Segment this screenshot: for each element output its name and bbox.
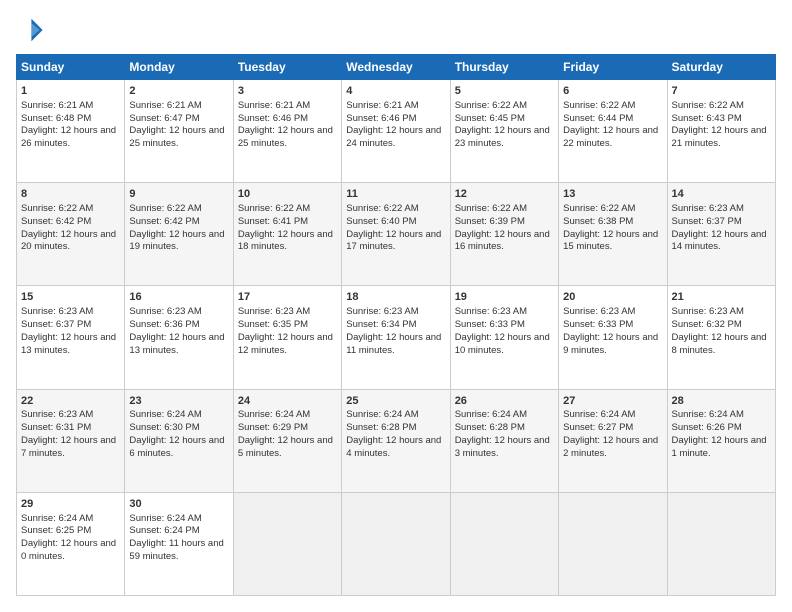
calendar-day-cell: 9Sunrise: 6:22 AMSunset: 6:42 PMDaylight… [125,183,233,286]
calendar-day-cell: 10Sunrise: 6:22 AMSunset: 6:41 PMDayligh… [233,183,341,286]
calendar-header-row: SundayMondayTuesdayWednesdayThursdayFrid… [17,55,776,80]
calendar-day-cell: 18Sunrise: 6:23 AMSunset: 6:34 PMDayligh… [342,286,450,389]
calendar-header-cell: Monday [125,55,233,80]
calendar-week-row: 1Sunrise: 6:21 AMSunset: 6:48 PMDaylight… [17,80,776,183]
day-number: 22 [21,394,120,409]
calendar-day-cell: 19Sunrise: 6:23 AMSunset: 6:33 PMDayligh… [450,286,558,389]
calendar-week-row: 22Sunrise: 6:23 AMSunset: 6:31 PMDayligh… [17,389,776,492]
calendar-day-cell: 6Sunrise: 6:22 AMSunset: 6:44 PMDaylight… [559,80,667,183]
day-number: 2 [129,84,228,99]
day-number: 24 [238,394,337,409]
day-number: 10 [238,187,337,202]
day-number: 9 [129,187,228,202]
calendar-day-cell: 28Sunrise: 6:24 AMSunset: 6:26 PMDayligh… [667,389,775,492]
calendar-header-cell: Tuesday [233,55,341,80]
day-number: 13 [563,187,662,202]
calendar-day-cell: 11Sunrise: 6:22 AMSunset: 6:40 PMDayligh… [342,183,450,286]
calendar-day-cell: 14Sunrise: 6:23 AMSunset: 6:37 PMDayligh… [667,183,775,286]
day-number: 16 [129,290,228,305]
day-number: 19 [455,290,554,305]
day-number: 27 [563,394,662,409]
day-number: 4 [346,84,445,99]
calendar-day-cell [233,492,341,595]
calendar-day-cell: 25Sunrise: 6:24 AMSunset: 6:28 PMDayligh… [342,389,450,492]
day-number: 11 [346,187,445,202]
calendar-week-row: 15Sunrise: 6:23 AMSunset: 6:37 PMDayligh… [17,286,776,389]
calendar-day-cell: 29Sunrise: 6:24 AMSunset: 6:25 PMDayligh… [17,492,125,595]
day-number: 17 [238,290,337,305]
calendar-day-cell [559,492,667,595]
day-number: 20 [563,290,662,305]
calendar-day-cell [450,492,558,595]
calendar-day-cell [342,492,450,595]
calendar-table: SundayMondayTuesdayWednesdayThursdayFrid… [16,54,776,596]
calendar-day-cell: 3Sunrise: 6:21 AMSunset: 6:46 PMDaylight… [233,80,341,183]
calendar-day-cell: 4Sunrise: 6:21 AMSunset: 6:46 PMDaylight… [342,80,450,183]
calendar-day-cell: 24Sunrise: 6:24 AMSunset: 6:29 PMDayligh… [233,389,341,492]
day-number: 14 [672,187,771,202]
day-number: 7 [672,84,771,99]
calendar-week-row: 29Sunrise: 6:24 AMSunset: 6:25 PMDayligh… [17,492,776,595]
day-number: 1 [21,84,120,99]
calendar-day-cell: 20Sunrise: 6:23 AMSunset: 6:33 PMDayligh… [559,286,667,389]
day-number: 12 [455,187,554,202]
calendar-header-cell: Sunday [17,55,125,80]
calendar-week-row: 8Sunrise: 6:22 AMSunset: 6:42 PMDaylight… [17,183,776,286]
calendar-header-cell: Saturday [667,55,775,80]
calendar-day-cell: 2Sunrise: 6:21 AMSunset: 6:47 PMDaylight… [125,80,233,183]
day-number: 25 [346,394,445,409]
logo-icon [16,16,44,44]
calendar-day-cell: 27Sunrise: 6:24 AMSunset: 6:27 PMDayligh… [559,389,667,492]
calendar-day-cell: 23Sunrise: 6:24 AMSunset: 6:30 PMDayligh… [125,389,233,492]
calendar-day-cell: 26Sunrise: 6:24 AMSunset: 6:28 PMDayligh… [450,389,558,492]
calendar-day-cell: 12Sunrise: 6:22 AMSunset: 6:39 PMDayligh… [450,183,558,286]
day-number: 18 [346,290,445,305]
day-number: 23 [129,394,228,409]
calendar-day-cell [667,492,775,595]
calendar-day-cell: 8Sunrise: 6:22 AMSunset: 6:42 PMDaylight… [17,183,125,286]
logo [16,16,48,44]
calendar-day-cell: 1Sunrise: 6:21 AMSunset: 6:48 PMDaylight… [17,80,125,183]
calendar-day-cell: 21Sunrise: 6:23 AMSunset: 6:32 PMDayligh… [667,286,775,389]
day-number: 26 [455,394,554,409]
day-number: 30 [129,497,228,512]
calendar-day-cell: 17Sunrise: 6:23 AMSunset: 6:35 PMDayligh… [233,286,341,389]
calendar-header-cell: Wednesday [342,55,450,80]
calendar-day-cell: 22Sunrise: 6:23 AMSunset: 6:31 PMDayligh… [17,389,125,492]
calendar-day-cell: 16Sunrise: 6:23 AMSunset: 6:36 PMDayligh… [125,286,233,389]
calendar-day-cell: 13Sunrise: 6:22 AMSunset: 6:38 PMDayligh… [559,183,667,286]
header [16,16,776,44]
day-number: 29 [21,497,120,512]
calendar-header-cell: Thursday [450,55,558,80]
day-number: 6 [563,84,662,99]
calendar-header-cell: Friday [559,55,667,80]
calendar-day-cell: 5Sunrise: 6:22 AMSunset: 6:45 PMDaylight… [450,80,558,183]
calendar-body: 1Sunrise: 6:21 AMSunset: 6:48 PMDaylight… [17,80,776,596]
page: SundayMondayTuesdayWednesdayThursdayFrid… [0,0,792,612]
calendar-day-cell: 15Sunrise: 6:23 AMSunset: 6:37 PMDayligh… [17,286,125,389]
calendar-day-cell: 7Sunrise: 6:22 AMSunset: 6:43 PMDaylight… [667,80,775,183]
calendar-day-cell: 30Sunrise: 6:24 AMSunset: 6:24 PMDayligh… [125,492,233,595]
day-number: 21 [672,290,771,305]
day-number: 3 [238,84,337,99]
day-number: 28 [672,394,771,409]
day-number: 5 [455,84,554,99]
day-number: 8 [21,187,120,202]
day-number: 15 [21,290,120,305]
